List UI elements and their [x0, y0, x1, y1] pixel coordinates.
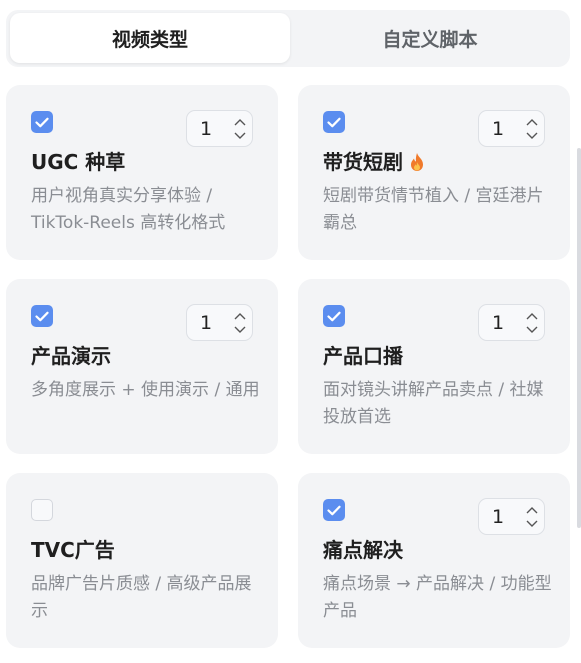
tab-bar: 视频类型 自定义脚本 [6, 10, 570, 67]
checkmark-icon [327, 505, 341, 515]
card-title: UGC 种草 [31, 150, 126, 174]
chevron-up-icon[interactable] [525, 505, 539, 515]
video-type-card-short-drama[interactable]: 1 带货短剧 短剧带货情节植入 / 宫廷港片霸总 [298, 85, 570, 260]
quantity-value: 1 [200, 118, 213, 140]
video-type-panel: 视频类型 自定义脚本 1 UGC 种草 用户视角真实分享体验 / TikTok-… [0, 0, 581, 663]
chevron-up-icon[interactable] [233, 311, 247, 321]
chevron-down-icon[interactable] [525, 325, 539, 335]
checkmark-icon [327, 311, 341, 321]
video-type-card-ugc[interactable]: 1 UGC 种草 用户视角真实分享体验 / TikTok-Reels 高转化格式 [6, 85, 278, 260]
chevron-down-icon[interactable] [233, 131, 247, 141]
video-type-card-product-demo[interactable]: 1 产品演示 多角度展示 + 使用演示 / 通用 [6, 279, 278, 454]
card-title: 带货短剧 [323, 149, 425, 175]
card-description: 多角度展示 + 使用演示 / 通用 [31, 380, 260, 400]
scrollbar[interactable] [577, 148, 581, 528]
card-description: 品牌广告片质感 / 高级产品展示 [31, 574, 252, 621]
checkmark-icon [35, 117, 49, 127]
checkmark-icon [35, 311, 49, 321]
tab-custom-script[interactable]: 自定义脚本 [290, 13, 570, 63]
card-checkbox[interactable] [31, 305, 53, 327]
quantity-stepper[interactable]: 1 [478, 498, 545, 535]
quantity-value: 1 [492, 312, 505, 334]
fire-icon [411, 153, 423, 171]
video-type-card-tvc[interactable]: TVC广告 品牌广告片质感 / 高级产品展示 [6, 473, 278, 648]
quantity-stepper[interactable]: 1 [478, 304, 545, 341]
card-description: 痛点场景 → 产品解决 / 功能型产品 [323, 574, 552, 621]
card-checkbox[interactable] [31, 499, 53, 521]
chevron-down-icon[interactable] [525, 519, 539, 529]
quantity-value: 1 [492, 118, 505, 140]
quantity-stepper[interactable]: 1 [186, 110, 253, 147]
card-title: 痛点解决 [323, 538, 403, 562]
card-title: 产品口播 [323, 344, 403, 368]
card-title: 产品演示 [31, 344, 111, 368]
chevron-up-icon[interactable] [525, 117, 539, 127]
card-description: 用户视角真实分享体验 / TikTok-Reels 高转化格式 [31, 186, 226, 233]
video-type-card-pain-point[interactable]: 1 痛点解决 痛点场景 → 产品解决 / 功能型产品 [298, 473, 570, 648]
quantity-value: 1 [200, 312, 213, 334]
card-description: 面对镜头讲解产品卖点 / 社媒投放首选 [323, 380, 544, 427]
checkmark-icon [327, 117, 341, 127]
chevron-up-icon[interactable] [233, 117, 247, 127]
chevron-down-icon[interactable] [233, 325, 247, 335]
quantity-stepper[interactable]: 1 [186, 304, 253, 341]
card-checkbox[interactable] [323, 305, 345, 327]
quantity-stepper[interactable]: 1 [478, 110, 545, 147]
chevron-up-icon[interactable] [525, 311, 539, 321]
card-checkbox[interactable] [323, 499, 345, 521]
quantity-value: 1 [492, 506, 505, 528]
video-type-card-talking-head[interactable]: 1 产品口播 面对镜头讲解产品卖点 / 社媒投放首选 [298, 279, 570, 454]
card-description: 短剧带货情节植入 / 宫廷港片霸总 [323, 186, 544, 233]
card-checkbox[interactable] [31, 111, 53, 133]
chevron-down-icon[interactable] [525, 131, 539, 141]
card-checkbox[interactable] [323, 111, 345, 133]
tab-video-type[interactable]: 视频类型 [10, 13, 290, 63]
card-title: TVC广告 [31, 538, 115, 562]
